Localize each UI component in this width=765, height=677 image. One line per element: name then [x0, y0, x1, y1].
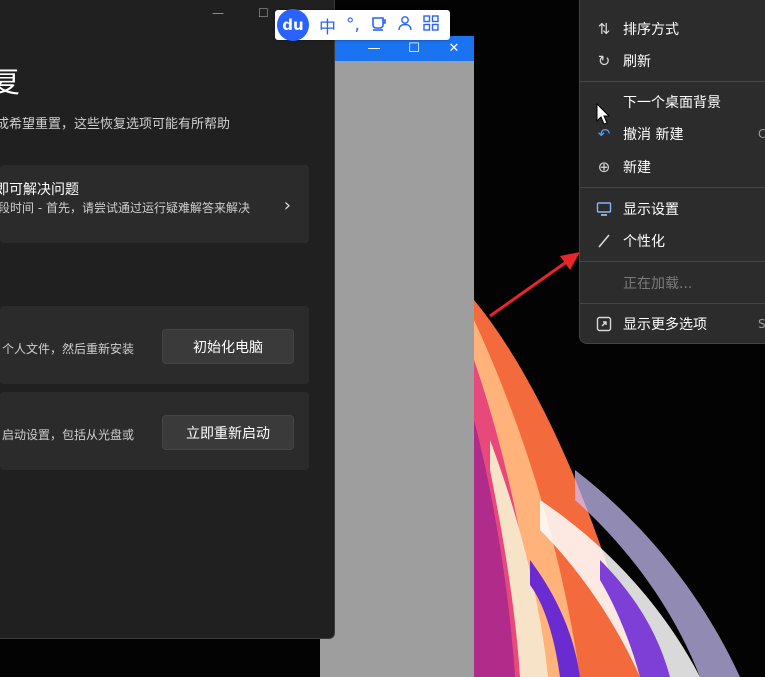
- menu-item-loading: 正在加载...: [580, 267, 765, 299]
- ime-punctuation-toggle[interactable]: °,: [345, 15, 361, 35]
- menu-item-label: 显示更多选项: [623, 317, 707, 333]
- grid-icon[interactable]: [423, 14, 439, 36]
- menu-item-sort[interactable]: ⇅ 排序方式: [580, 13, 765, 45]
- ime-language-toggle[interactable]: 中: [319, 13, 336, 38]
- reset-subtitle: 个人文件，然后重新安装: [2, 342, 135, 356]
- refresh-icon: ↻: [597, 52, 611, 70]
- menu-item-label: 新建: [623, 160, 651, 176]
- settings-window: — ☐ 复 成希望重置，这些恢复选项可能有所帮助 即可解决问题 段时间 - 首先…: [0, 0, 335, 639]
- menu-item-label: 个性化: [623, 234, 665, 250]
- menu-item-refresh[interactable]: ↻ 刷新: [580, 45, 765, 77]
- troubleshoot-title: 即可解决问题: [0, 182, 79, 198]
- menu-separator: [580, 81, 765, 82]
- chevron-right-icon: ›: [283, 195, 291, 216]
- advanced-startup-card: 启动设置，包括从光盘或 立即重新启动: [0, 392, 309, 470]
- menu-item-new[interactable]: ⊕ 新建: [580, 151, 765, 183]
- baidu-ime-logo[interactable]: du: [277, 9, 309, 41]
- menu-item-label: 刷新: [623, 54, 651, 70]
- user-icon[interactable]: [397, 15, 413, 36]
- menu-separator: [580, 261, 765, 262]
- background-window[interactable]: — ☐ ✕: [320, 36, 474, 677]
- troubleshoot-subtitle: 段时间 - 首先，请尝试通过运行疑难解答来解决: [0, 201, 250, 215]
- menu-item-shortcut: C: [758, 127, 765, 141]
- menu-item-label: 撤消 新建: [623, 127, 684, 143]
- brush-icon: [595, 232, 613, 250]
- sort-icon: ⇅: [597, 20, 611, 38]
- menu-item-display-settings[interactable]: 显示设置: [580, 193, 765, 225]
- ime-toolbar: du 中 °,: [275, 9, 450, 41]
- minimize-icon[interactable]: —: [212, 6, 224, 20]
- advanced-startup-subtitle: 启动设置，包括从光盘或: [2, 428, 135, 442]
- reset-card: 个人文件，然后重新安装 初始化电脑: [0, 306, 309, 384]
- menu-separator: [580, 187, 765, 188]
- maximize-icon[interactable]: ☐: [258, 6, 269, 20]
- mouse-cursor-icon: [596, 103, 610, 125]
- plus-circle-icon: ⊕: [597, 158, 611, 176]
- menu-item-personalize[interactable]: 个性化: [580, 225, 765, 257]
- troubleshoot-card[interactable]: 即可解决问题 段时间 - 首先，请尝试通过运行疑难解答来解决 ›: [0, 165, 309, 243]
- menu-item-show-more-options[interactable]: 显示更多选项 S: [580, 308, 765, 340]
- page-title: 复: [0, 65, 20, 100]
- menu-item-label: 排序方式: [623, 22, 679, 38]
- reset-pc-button[interactable]: 初始化电脑: [162, 329, 294, 364]
- expand-icon: [595, 315, 613, 333]
- undo-icon: ↶: [597, 125, 611, 143]
- cup-icon[interactable]: [371, 15, 387, 36]
- menu-separator: [580, 303, 765, 304]
- page-description: 成希望重置，这些恢复选项可能有所帮助: [0, 117, 231, 132]
- display-icon: [595, 200, 613, 218]
- desktop-context-menu: ⇅ 排序方式 ↻ 刷新 下一个桌面背景 ↶ 撤消 新建 C ⊕ 新建 显示设置 …: [579, 0, 765, 344]
- menu-item-label: 正在加载...: [623, 276, 693, 292]
- annotation-arrow-icon: [489, 252, 580, 318]
- menu-item-shortcut: S: [758, 317, 765, 331]
- menu-item-label: 显示设置: [623, 202, 679, 218]
- menu-item-label: 下一个桌面背景: [623, 95, 721, 111]
- restart-now-button[interactable]: 立即重新启动: [162, 415, 294, 450]
